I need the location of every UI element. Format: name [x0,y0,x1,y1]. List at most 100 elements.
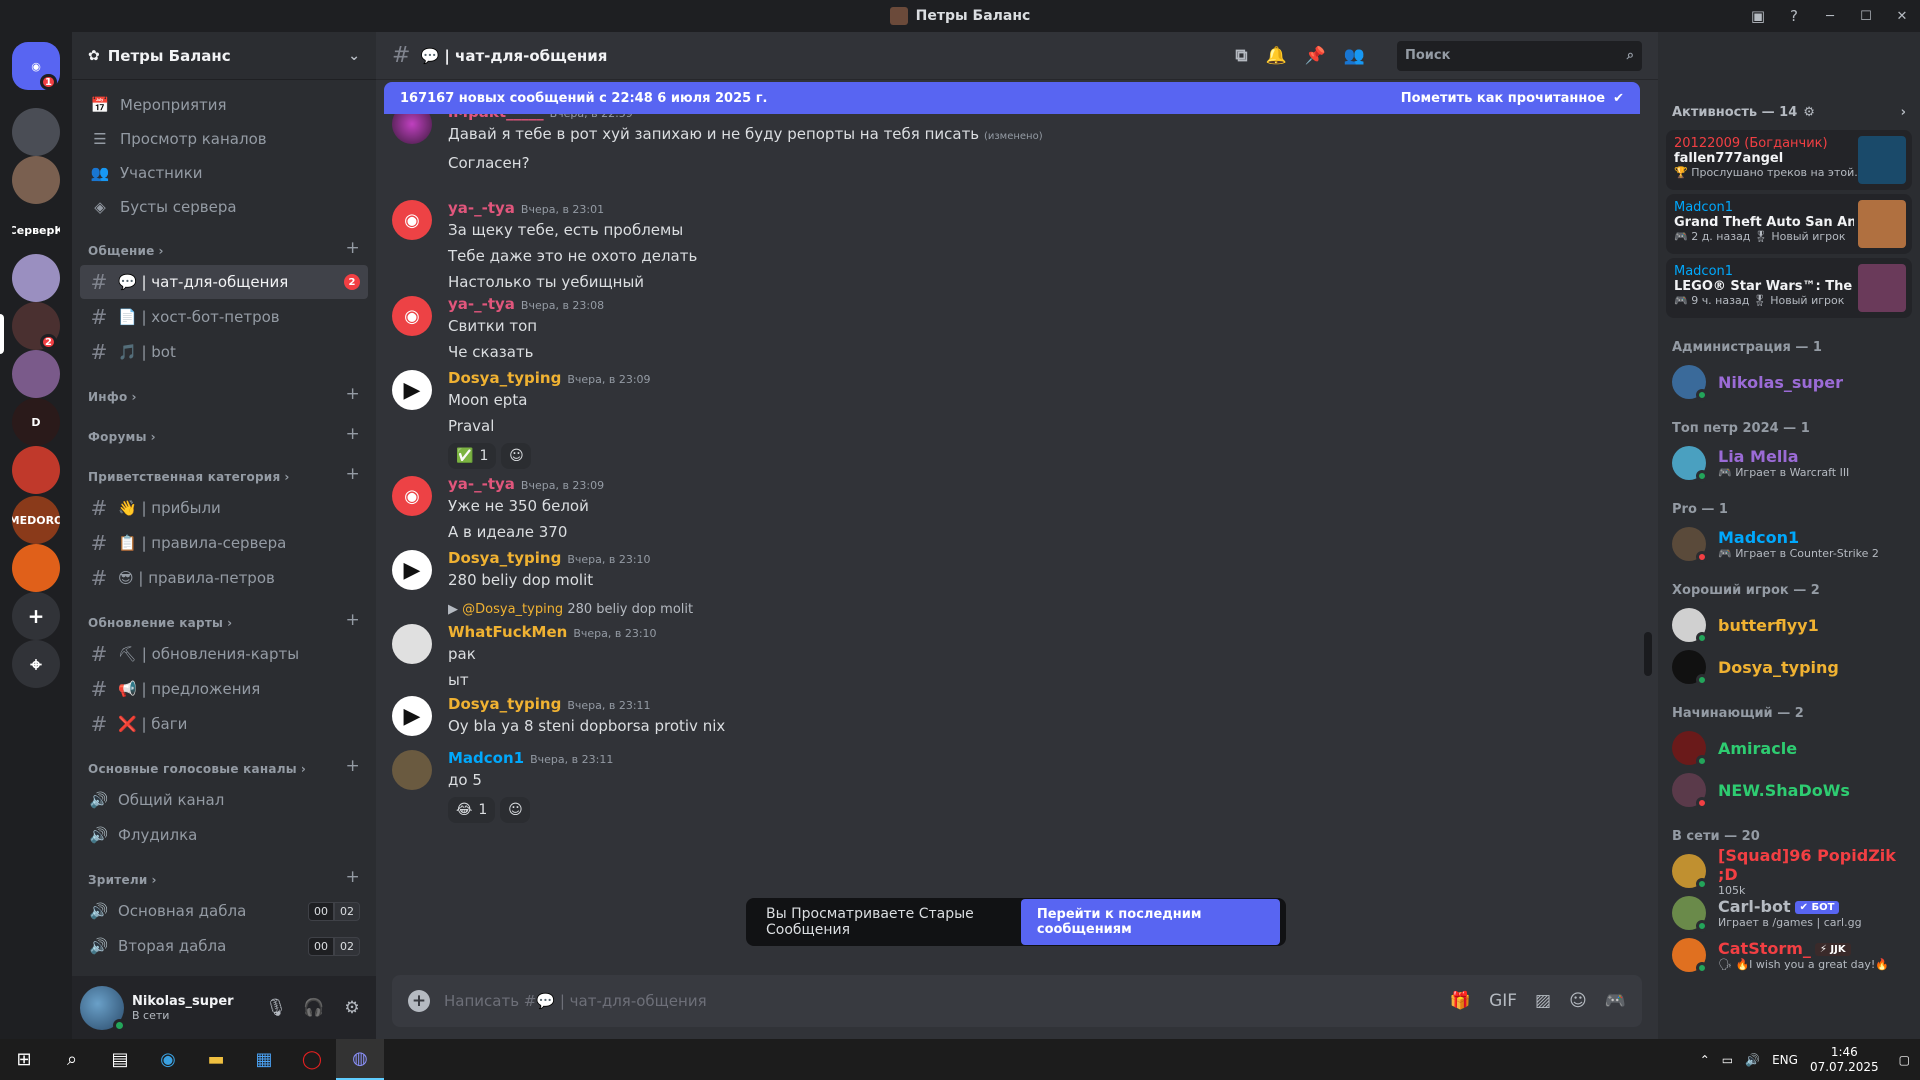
server-icon[interactable] [12,350,60,398]
search-input[interactable]: Поиск ⌕ [1397,40,1642,71]
bell-icon[interactable]: 🔔 [1265,46,1286,66]
avatar[interactable]: ▶ [392,696,432,736]
server-icon[interactable] [12,108,60,156]
activity-header[interactable]: Активность — 14 ⚙ › [1658,98,1920,126]
add-server-icon[interactable]: + [12,592,60,640]
volume-icon[interactable]: 🔊 [1745,1053,1760,1067]
reaction[interactable]: ✅ 1 [448,443,497,469]
avatar[interactable]: ◉ [392,476,432,516]
channel-item[interactable]: # 📢 | предложения [80,672,368,706]
avatar[interactable] [80,985,126,1032]
sticker-icon[interactable]: ▨ [1535,991,1551,1011]
member-item[interactable]: NEW.ShaDoWs [1658,769,1920,811]
member-item[interactable]: butterflyy1 [1658,604,1920,646]
channel-category[interactable]: Основные голосовые каналы › + [80,742,368,782]
network-icon[interactable]: ▭ [1722,1053,1733,1067]
add-reaction-icon[interactable]: ☺ [501,443,532,469]
avatar[interactable]: ◉ [392,296,432,336]
new-messages-bar[interactable]: 167167 новых сообщений с 22:48 6 июля 20… [384,82,1640,114]
server-icon[interactable] [12,544,60,592]
activity-card[interactable]: 20122009 (Богданчик) fallen777angel 🏆 Прос… [1666,130,1912,190]
clock[interactable]: 1:46 07.07.2025 [1810,1045,1879,1075]
avatar[interactable]: ▶ [392,550,432,590]
inbox-icon[interactable]: ▣ [1740,0,1776,32]
minimize-button[interactable]: ─ [1812,0,1848,32]
add-channel-icon[interactable]: + [346,610,360,630]
close-button[interactable]: ✕ [1884,0,1920,32]
help-icon[interactable]: ? [1776,0,1812,32]
message-author[interactable]: WhatFuckMen [448,623,567,641]
channel-item[interactable]: # 🎵 | bot [80,335,368,369]
guild-header[interactable]: ✿ Петры Баланс ⌄ [72,32,376,80]
member-item[interactable]: Carl-bot ✔ БОТ Играет в /games | carl.gg [1658,892,1920,934]
gif-icon[interactable]: GIF [1489,991,1517,1011]
avatar[interactable]: ▶ [392,370,432,410]
sidebar-item[interactable]: 📅 Мероприятия [80,88,368,122]
member-item[interactable]: [Squad]96 PopidZik ;D 105k [1658,846,1920,897]
reaction[interactable]: 😂 1 [448,797,496,823]
sidebar-item[interactable]: ◈ Бусты сервера [80,190,368,224]
settings-gear-icon[interactable]: ⚙ [336,992,368,1024]
channel-item[interactable]: # ⛏ | обновления-карты [80,637,368,671]
threads-icon[interactable]: ⧉ [1235,46,1247,66]
message-author[interactable]: Madcon1 [448,749,524,767]
language-indicator[interactable]: ENG [1772,1053,1798,1067]
sidebar-item[interactable]: 👥 Участники [80,156,368,190]
add-channel-icon[interactable]: + [346,867,360,887]
message-author[interactable]: iMpakt_____ [448,114,544,121]
activity-card[interactable]: Madcon1Grand Theft Auto San Andr...🎮 2 д… [1666,194,1912,254]
member-item[interactable]: Dosya_typing [1658,646,1920,688]
message-author[interactable]: Dosya_typing [448,369,561,387]
mark-read-button[interactable]: Пометить как прочитанное [1401,91,1605,106]
avatar[interactable]: ◉ [392,200,432,240]
channel-category[interactable]: Общение › + [80,224,368,264]
tray-chevron-icon[interactable]: ⌃ [1700,1053,1710,1067]
member-item[interactable]: CatStorm_ ⚡ JJK 🗣 🔥I wish you a great day!… [1658,934,1920,976]
avatar[interactable] [392,114,432,144]
apps-icon[interactable]: 🎮 [1605,991,1626,1011]
voice-channel-item[interactable]: 🔊 Вторая дабла 00 02 [80,929,368,963]
gift-icon[interactable]: 🎁 [1450,991,1471,1011]
task-view-icon[interactable]: ▤ [96,1039,144,1080]
notifications-icon[interactable]: ▢ [1899,1053,1910,1067]
member-item[interactable]: Madcon1 🎮 Играет в Counter-Strike 2 [1658,523,1920,565]
message-input[interactable]: Написать #💬 | чат-для-общения [444,992,707,1010]
headphones-icon[interactable]: 🎧 [298,992,330,1024]
channel-item[interactable]: # 👋 | прибыли [80,491,368,525]
add-channel-icon[interactable]: + [346,424,360,444]
message-reply[interactable]: ▶ @Dosya_typing 280 beliy dop molit [448,600,693,620]
activity-card[interactable]: Madcon1LEGO® Star Wars™: The Sk...🎮 9 ч.… [1666,258,1912,318]
add-attachment-icon[interactable]: + [408,990,430,1012]
discord-taskbar-icon[interactable]: ◍ [336,1039,384,1080]
opera-icon[interactable]: ◯ [288,1039,336,1080]
channel-item[interactable]: # 💬 | чат-для-общения 2 [80,265,368,299]
channel-category[interactable]: Форумы › + [80,410,368,450]
windows-start-icon[interactable]: ⊞ [0,1039,48,1080]
message-author[interactable]: Dosya_typing [448,695,561,713]
channel-category[interactable]: Инфо › + [80,370,368,410]
message-composer[interactable]: + Написать #💬 | чат-для-общения 🎁 GIF ▨ … [392,975,1642,1027]
channel-category[interactable]: Приветственная категория › + [80,450,368,490]
channel-item[interactable]: # 📄 | хост-бот-петров [80,300,368,334]
scrollbar[interactable] [1644,632,1652,676]
search-icon[interactable]: ⌕ [48,1039,96,1080]
message-author[interactable]: ya-_-tya [448,199,515,217]
add-channel-icon[interactable]: + [346,464,360,484]
server-icon[interactable] [12,156,60,204]
edge-icon[interactable]: ◉ [144,1039,192,1080]
add-channel-icon[interactable]: + [346,238,360,258]
sidebar-item[interactable]: ☰ Просмотр каналов [80,122,368,156]
server-icon[interactable]: MEDORO [12,496,60,544]
server-icon[interactable]: D [12,398,60,446]
channel-item[interactable]: # ❌ | баги [80,707,368,741]
jump-to-present-button[interactable]: Перейти к последним сообщениям [1020,899,1280,945]
emoji-icon[interactable]: ☺ [1569,991,1587,1011]
member-item[interactable]: Amiracle [1658,727,1920,769]
channel-category[interactable]: Зрители › + [80,853,368,893]
maximize-button[interactable]: ☐ [1848,0,1884,32]
message-author[interactable]: Dosya_typing [448,549,561,567]
server-icon[interactable] [12,254,60,302]
add-reaction-icon[interactable]: ☺ [500,797,531,823]
voice-channel-item[interactable]: 🔊 Общий канал [80,783,368,817]
message-author[interactable]: ya-_-tya [448,295,515,313]
